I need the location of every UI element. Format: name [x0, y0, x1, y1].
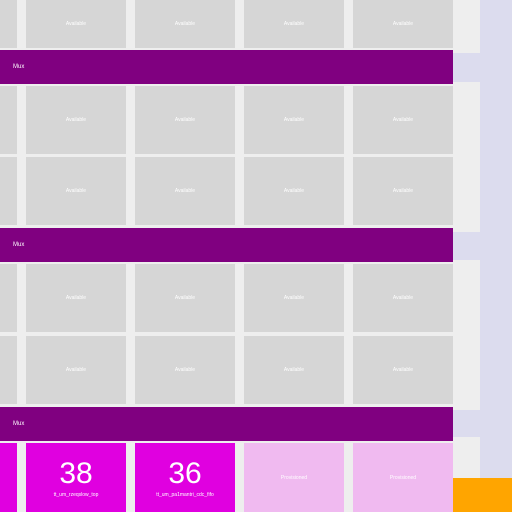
tile-available[interactable]: Available [26, 86, 126, 154]
tile-available[interactable]: Available [353, 264, 453, 332]
tile-available[interactable]: Available [244, 86, 344, 154]
tile-used[interactable]: 36 tt_um_pa1mantri_cdc_fifo [135, 443, 235, 512]
tile-available[interactable]: Available [135, 157, 235, 225]
mux-label: Mux [13, 64, 25, 70]
tile-available[interactable]: Available [135, 0, 235, 48]
mux-bar[interactable]: Mux [0, 50, 453, 84]
tile-available[interactable] [0, 336, 17, 404]
tile-available[interactable] [0, 264, 17, 332]
tile-available[interactable] [0, 0, 17, 48]
tile-available[interactable]: Available [26, 157, 126, 225]
mux-label: Mux [13, 421, 25, 427]
tile-available[interactable]: Available [26, 0, 126, 48]
tile-available[interactable]: Available [353, 157, 453, 225]
tile-available[interactable]: Available [244, 336, 344, 404]
slot-project-name: tt_um_pa1mantri_cdc_fifo [156, 492, 214, 498]
slot-project-name: tt_um_rzeqslow_top [53, 492, 99, 498]
tile-map: Available Available Available Available … [0, 0, 512, 512]
tile-available[interactable]: Available [135, 336, 235, 404]
tile-provisioned[interactable]: Provisioned [244, 443, 344, 512]
corner-block [453, 478, 512, 512]
tile-available[interactable] [0, 86, 17, 154]
tile-available[interactable]: Available [244, 264, 344, 332]
mux-bar[interactable]: Mux [0, 228, 453, 262]
slot-number: 36 [168, 457, 202, 490]
tile-available[interactable]: Available [135, 264, 235, 332]
tile-available[interactable]: Available [26, 264, 126, 332]
tile-provisioned[interactable]: Provisioned [353, 443, 453, 512]
tile-available[interactable]: Available [244, 157, 344, 225]
tile-available[interactable]: Available [26, 336, 126, 404]
tile-available[interactable]: Available [353, 336, 453, 404]
tile-available[interactable]: Available [135, 86, 235, 154]
tile-available[interactable]: Available [244, 0, 344, 48]
tile-available[interactable]: Available [353, 0, 453, 48]
tile-available[interactable]: Available [353, 86, 453, 154]
mux-bar[interactable]: Mux [0, 407, 453, 441]
mux-label: Mux [13, 242, 25, 248]
tile-used[interactable] [0, 443, 17, 512]
tile-used[interactable]: 38 tt_um_rzeqslow_top [26, 443, 126, 512]
tile-available[interactable] [0, 157, 17, 225]
slot-number: 38 [59, 457, 93, 490]
